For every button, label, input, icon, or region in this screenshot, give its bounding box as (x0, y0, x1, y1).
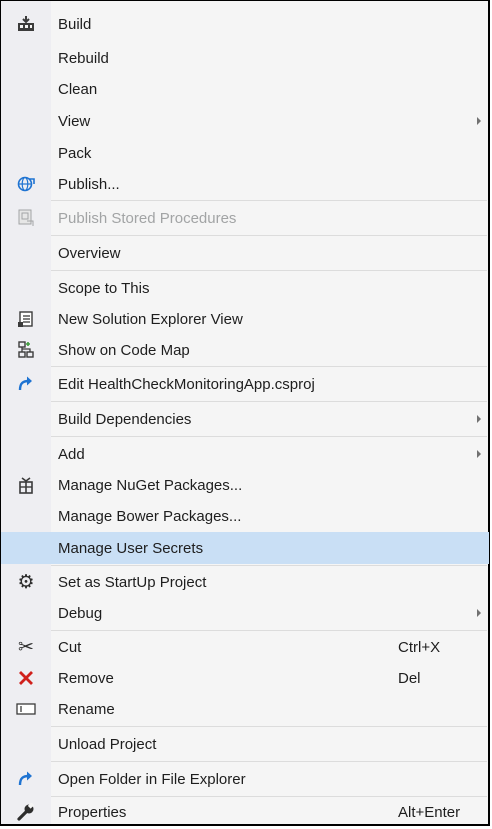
menu-item-label: Build Dependencies (58, 410, 192, 428)
menu-item-unload-project[interactable]: Unload Project (1, 729, 489, 759)
submenu-arrow-icon (477, 117, 481, 125)
menu-separator (51, 630, 487, 631)
menu-separator (51, 401, 487, 402)
nuget-icon (15, 474, 37, 496)
solution-explorer-icon (15, 308, 37, 330)
menu-item-label: Add (58, 445, 85, 463)
wrench-icon (15, 801, 37, 823)
menu-item-label: Pack (58, 144, 92, 162)
menu-item-label: Rename (58, 700, 115, 718)
submenu-arrow-icon (477, 415, 481, 423)
build-icon (15, 13, 37, 35)
menu-item-label: Open Folder in File Explorer (58, 770, 246, 788)
project-context-menu: Build Rebuild Clean View Pack Publish...… (0, 0, 490, 826)
menu-item-publish-stored-procedures: Publish Stored Procedures (1, 203, 489, 233)
menu-item-manage-bower-packages[interactable]: Manage Bower Packages... (1, 501, 489, 531)
menu-item-label: Set as StartUp Project (58, 573, 207, 591)
menu-separator (51, 200, 487, 201)
menu-item-label: Scope to This (58, 279, 150, 297)
database-icon (15, 207, 37, 229)
menu-separator (51, 436, 487, 437)
scissors-icon: ✂ (18, 636, 34, 658)
menu-item-label: Build (58, 15, 92, 33)
publish-globe-icon (15, 173, 37, 195)
submenu-arrow-icon (477, 450, 481, 458)
menu-item-label: Rebuild (58, 49, 109, 67)
edit-arrow-icon (15, 373, 37, 395)
menu-item-remove[interactable]: Remove Del (1, 663, 489, 693)
menu-item-label: Edit HealthCheckMonitoringApp.csproj (58, 375, 315, 393)
menu-item-label: Remove (58, 669, 114, 687)
menu-item-label: Properties (58, 803, 127, 821)
menu-separator (51, 565, 487, 566)
menu-item-label: View (58, 112, 91, 130)
menu-item-rename[interactable]: Rename (1, 694, 489, 724)
gear-icon: ⚙ (17, 571, 35, 593)
menu-item-label: Overview (58, 244, 121, 262)
menu-separator (51, 761, 487, 762)
code-map-icon (15, 339, 37, 361)
menu-item-show-on-code-map[interactable]: Show on Code Map (1, 335, 489, 365)
menu-item-label: Debug (58, 604, 103, 622)
menu-item-label: Unload Project (58, 735, 157, 753)
menu-separator (51, 235, 487, 236)
menu-item-set-as-startup-project[interactable]: ⚙ Set as StartUp Project (1, 567, 489, 597)
menu-item-cut[interactable]: ✂ Cut Ctrl+X (1, 632, 489, 662)
menu-separator (51, 270, 487, 271)
menu-item-label: New Solution Explorer View (58, 310, 243, 328)
menu-item-label: Publish Stored Procedures (58, 209, 237, 227)
menu-item-label: Publish... (58, 175, 120, 193)
menu-separator (51, 726, 487, 727)
menu-item-publish[interactable]: Publish... (1, 169, 489, 199)
menu-item-properties[interactable]: Properties Alt+Enter (1, 798, 489, 826)
remove-x-icon (15, 667, 37, 689)
open-folder-arrow-icon (15, 768, 37, 790)
shortcut-text: Ctrl+X (398, 638, 441, 656)
menu-item-build[interactable]: Build (1, 10, 489, 38)
menu-item-add[interactable]: Add (1, 439, 489, 469)
shortcut-text: Del (398, 669, 421, 687)
shortcut-text: Alt+Enter (398, 803, 461, 821)
menu-item-scope-to-this[interactable]: Scope to This (1, 273, 489, 303)
menu-item-debug[interactable]: Debug (1, 598, 489, 628)
menu-item-manage-nuget-packages[interactable]: Manage NuGet Packages... (1, 470, 489, 500)
rename-icon (15, 698, 37, 720)
menu-item-label: Show on Code Map (58, 341, 190, 359)
menu-item-manage-user-secrets[interactable]: Manage User Secrets (1, 532, 489, 564)
menu-item-open-folder-in-file-explorer[interactable]: Open Folder in File Explorer (1, 764, 489, 794)
menu-separator (51, 366, 487, 367)
menu-item-label: Cut (58, 638, 82, 656)
menu-item-label: Manage NuGet Packages... (58, 476, 243, 494)
menu-item-clean[interactable]: Clean (1, 74, 489, 104)
menu-item-pack[interactable]: Pack (1, 138, 489, 168)
menu-item-rebuild[interactable]: Rebuild (1, 43, 489, 73)
submenu-arrow-icon (477, 609, 481, 617)
menu-item-view[interactable]: View (1, 106, 489, 136)
menu-separator (51, 796, 487, 797)
menu-item-label: Manage Bower Packages... (58, 507, 242, 525)
menu-item-label: Clean (58, 80, 98, 98)
menu-item-edit-csproj[interactable]: Edit HealthCheckMonitoringApp.csproj (1, 369, 489, 399)
menu-item-new-solution-explorer-view[interactable]: New Solution Explorer View (1, 304, 489, 334)
menu-item-overview[interactable]: Overview (1, 238, 489, 268)
menu-item-label: Manage User Secrets (58, 539, 204, 557)
menu-item-build-dependencies[interactable]: Build Dependencies (1, 404, 489, 434)
